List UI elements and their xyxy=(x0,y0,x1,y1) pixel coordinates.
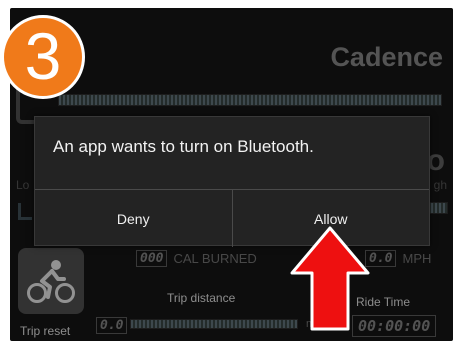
trip-reset-label: Trip reset xyxy=(20,324,71,338)
calories-label: CAL BURNED xyxy=(173,251,257,266)
speed-unit: MPH xyxy=(402,251,432,266)
step-number-badge: 3 xyxy=(1,15,85,99)
high-label: gh xyxy=(433,178,447,192)
speed-display: 0.0 MPH xyxy=(365,250,431,267)
calories-value: 000 xyxy=(136,250,168,267)
low-label: Lo xyxy=(16,178,30,192)
up-arrow-icon xyxy=(290,226,370,331)
distance-bar xyxy=(130,319,298,329)
calories-display: 000 CAL BURNED xyxy=(136,250,257,267)
bicycle-rider-icon xyxy=(27,260,75,303)
cadence-bar xyxy=(58,94,442,106)
bluetooth-permission-dialog: An app wants to turn on Bluetooth. Deny … xyxy=(34,116,430,247)
dialog-message: An app wants to turn on Bluetooth. xyxy=(53,137,314,156)
range-tick-left-base xyxy=(18,217,32,220)
cadence-label: Cadence xyxy=(330,42,443,72)
deny-button[interactable]: Deny xyxy=(35,190,232,247)
distance-value: 0.0 xyxy=(96,317,128,334)
trip-reset-button[interactable] xyxy=(18,248,84,314)
trip-distance-label: Trip distance xyxy=(167,291,236,305)
